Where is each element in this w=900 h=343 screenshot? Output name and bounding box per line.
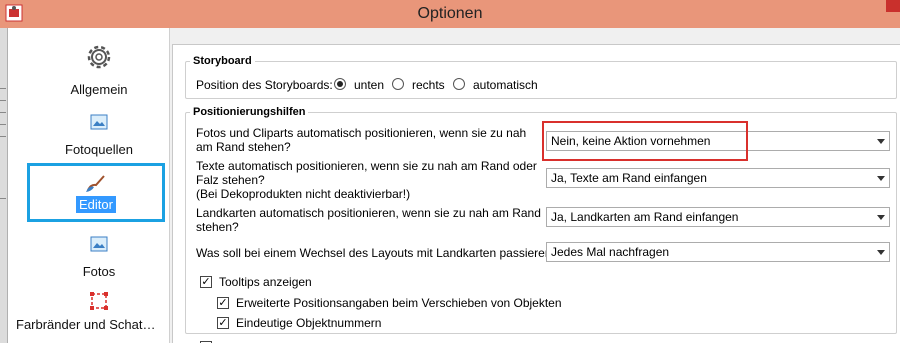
unique-numbers-label[interactable]: Eindeutige Objektnummern [236, 316, 381, 330]
chevron-down-icon [877, 139, 885, 144]
sidebar-item-label: Farbränder und Schat… [16, 317, 156, 332]
radio-label-rechts[interactable]: rechts [412, 78, 445, 92]
select-value: Ja, Texte am Rand einfangen [551, 171, 707, 185]
title-bar: Optionen [0, 0, 900, 28]
chevron-down-icon [877, 250, 885, 255]
selection-frame-icon [90, 292, 108, 310]
window-title: Optionen [417, 5, 483, 22]
texte-position-note: (Bei Dekoprodukten nicht deaktivierbar!) [196, 187, 411, 201]
sidebar-item-label: Editor [76, 196, 116, 213]
editor-options-panel: Storyboard Position des Storyboards: unt… [172, 44, 900, 343]
layout-change-question: Was soll bei einem Wechsel des Layouts m… [196, 246, 559, 260]
sidebar-item-fotoquellen[interactable]: Fotoquellen [26, 114, 172, 164]
group-legend: Storyboard [193, 55, 252, 67]
sidebar-item-label: Fotos [82, 264, 116, 279]
unique-numbers-checkbox[interactable]: ✓ [217, 317, 229, 329]
texte-position-select[interactable]: Ja, Texte am Rand einfangen [546, 168, 890, 188]
tooltips-label[interactable]: Tooltips anzeigen [219, 275, 312, 289]
select-value: Ja, Landkarten am Rand einfangen [551, 210, 739, 224]
radio-automatisch[interactable] [453, 78, 465, 90]
storyboard-group: Storyboard [185, 55, 897, 99]
sidebar-item-allgemein[interactable]: Allgemein [26, 42, 172, 102]
chevron-down-icon [877, 176, 885, 181]
radio-label-unten[interactable]: unten [354, 78, 384, 92]
group-legend: Positionierungshilfen [193, 106, 306, 118]
sidebar-item-label: Fotoquellen [65, 142, 133, 157]
radio-rechts[interactable] [392, 78, 404, 90]
close-button[interactable] [886, 0, 900, 12]
sidebar-item-fotos[interactable]: Fotos [26, 236, 172, 286]
sidebar-item-label: Allgemein [70, 82, 128, 97]
storyboard-position-label: Position des Storyboards: [196, 78, 333, 92]
texte-position-question: Texte automatisch positionieren, wenn si… [196, 159, 537, 187]
radio-label-automatisch[interactable]: automatisch [473, 78, 538, 92]
sidebar-item-farbraender[interactable]: Farbränder und Schat… [16, 291, 172, 341]
select-value: Jedes Mal nachfragen [551, 245, 670, 259]
chevron-down-icon [877, 215, 885, 220]
radio-unten[interactable] [334, 78, 346, 90]
background-window-edge [0, 28, 8, 343]
image-icon [90, 114, 108, 130]
tooltips-checkbox[interactable]: ✓ [200, 276, 212, 288]
extended-position-checkbox[interactable]: ✓ [217, 297, 229, 309]
landkarten-position-question: Landkarten automatisch positionieren, we… [196, 206, 541, 234]
extended-position-label[interactable]: Erweiterte Positionsangaben beim Verschi… [236, 296, 562, 310]
brush-icon [86, 175, 105, 192]
image-icon [90, 236, 108, 252]
fotos-position-question: Fotos und Cliparts automatisch positioni… [196, 126, 527, 154]
layout-change-select[interactable]: Jedes Mal nachfragen [546, 242, 890, 262]
sidebar-item-editor[interactable]: Editor [27, 163, 165, 222]
options-sidebar: Allgemein Fotoquellen Editor Fotos Farbr… [8, 28, 170, 343]
landkarten-position-select[interactable]: Ja, Landkarten am Rand einfangen [546, 207, 890, 227]
highlight-annotation [542, 121, 748, 161]
gear-icon [87, 45, 111, 69]
